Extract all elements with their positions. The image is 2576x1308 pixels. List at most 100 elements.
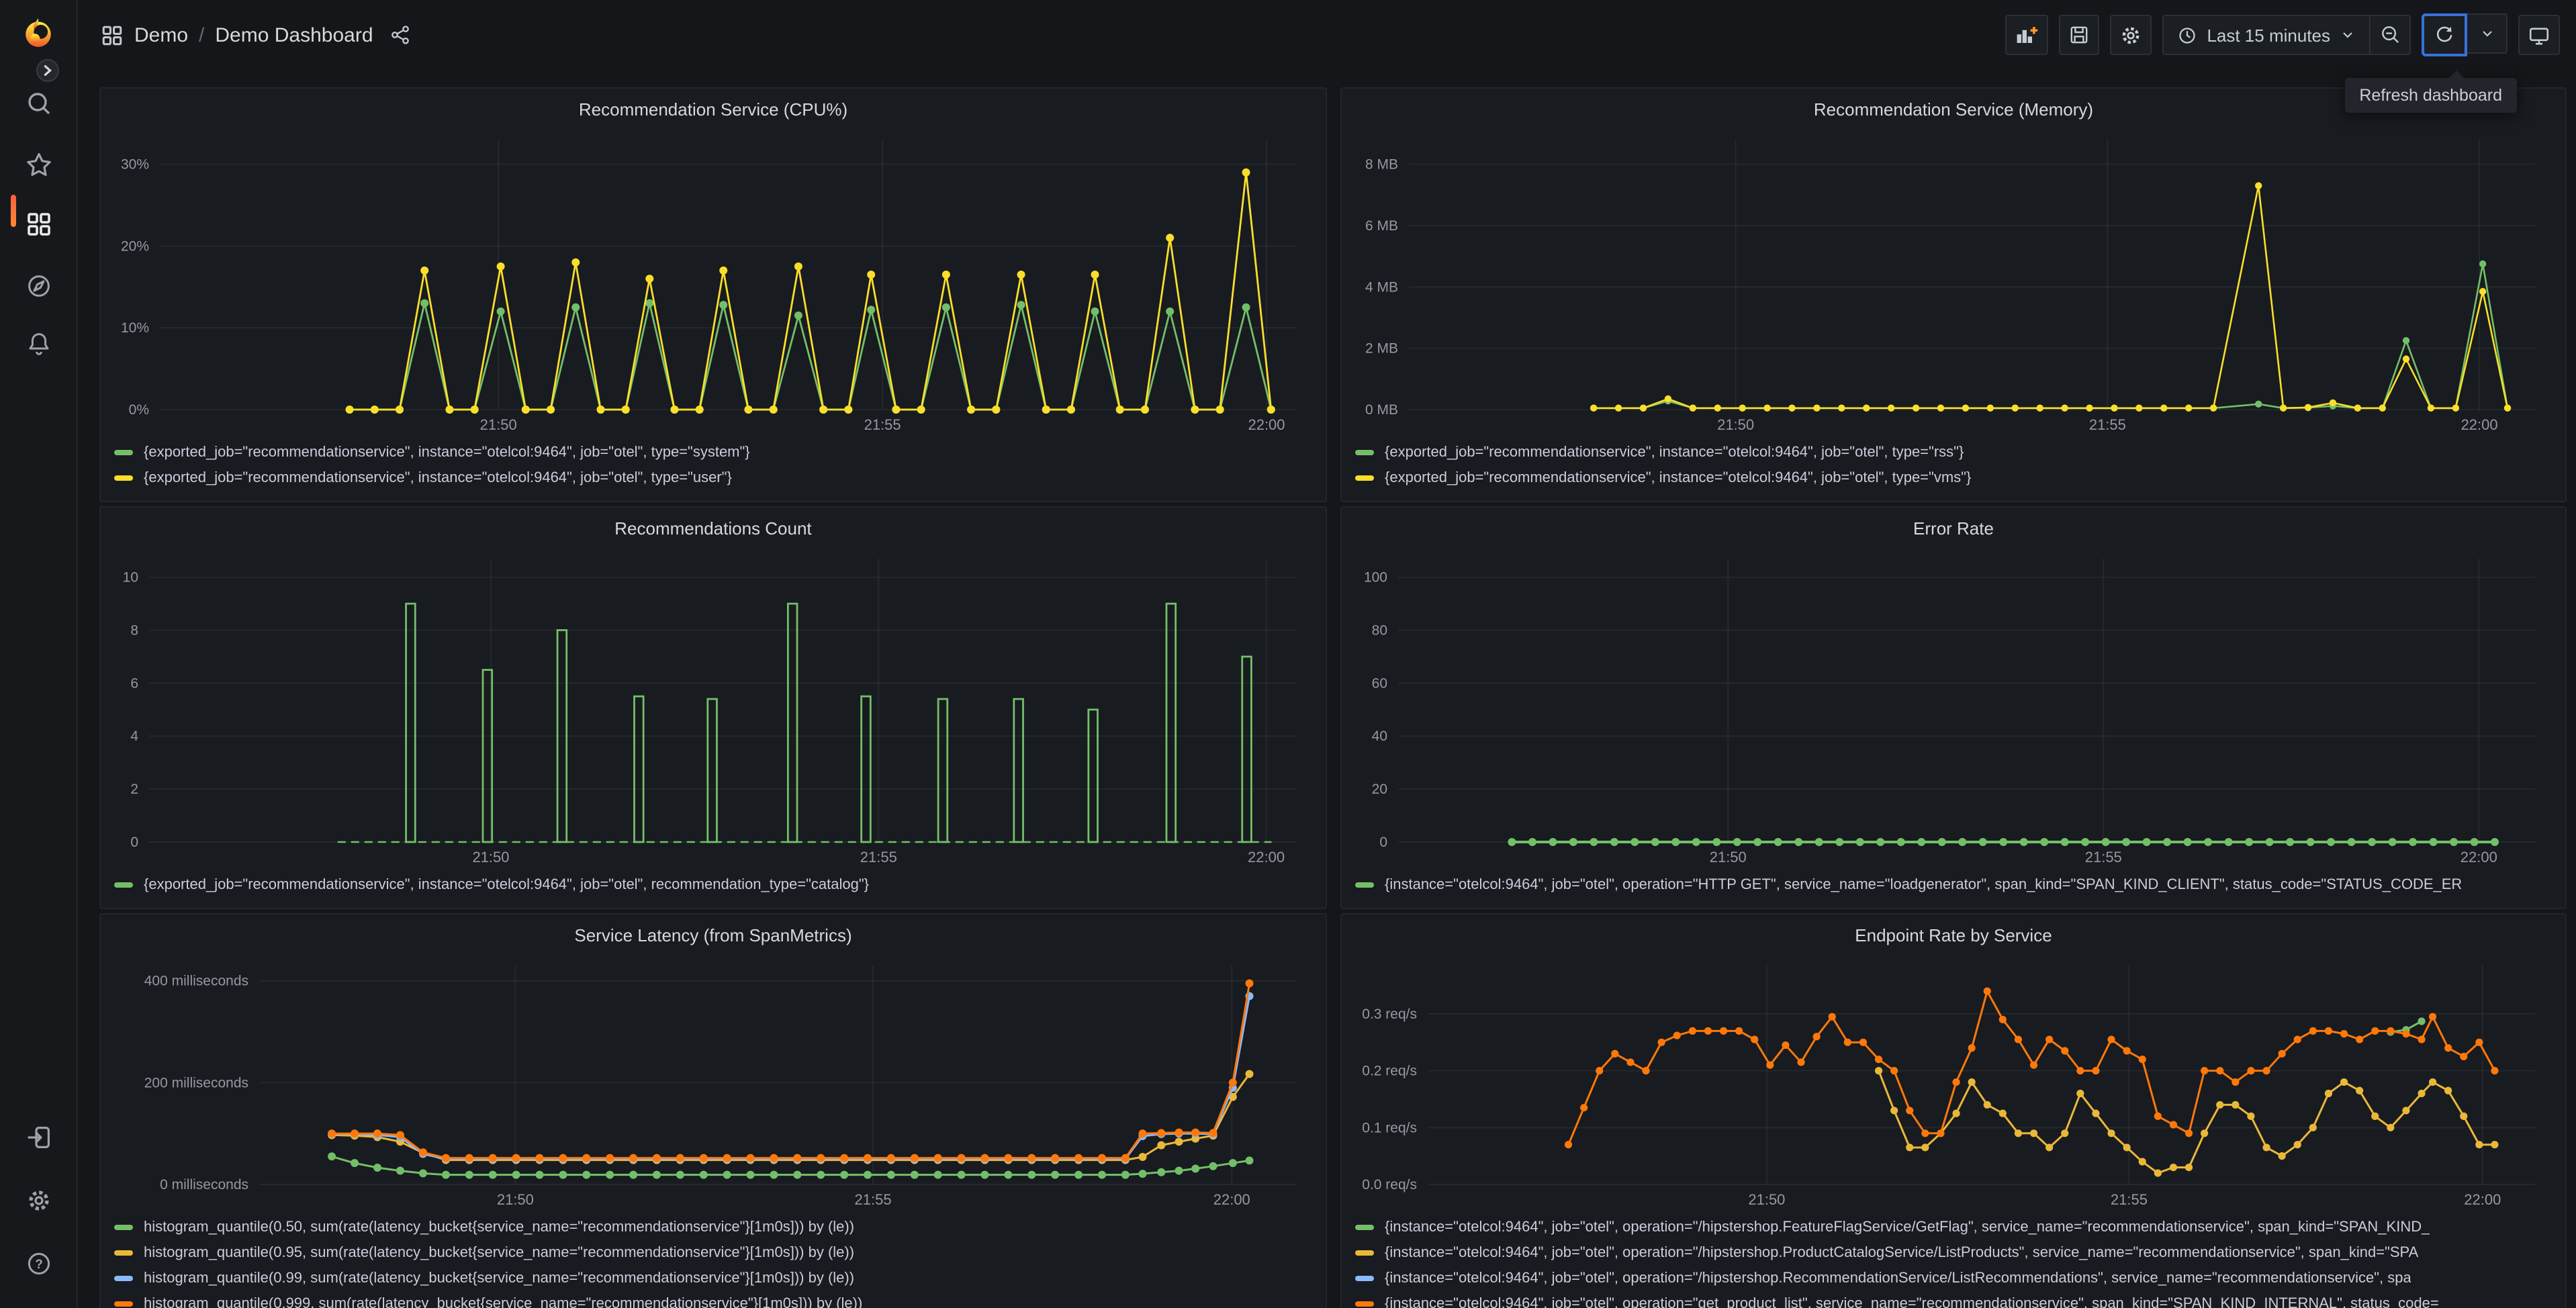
refresh-dashboard-button[interactable] bbox=[2422, 13, 2467, 56]
sidebar-item-sign-in[interactable] bbox=[0, 1113, 77, 1162]
svg-text:21:50: 21:50 bbox=[1717, 416, 1754, 433]
sidebar-item-dashboards[interactable] bbox=[0, 200, 77, 248]
sidebar-item-alerting[interactable] bbox=[0, 320, 77, 368]
legend-item[interactable]: {exported_job="recommendationservice", i… bbox=[114, 465, 1312, 490]
legend-swatch bbox=[114, 882, 133, 887]
panel-chart[interactable]: 21:50 21:55 22:00 0 20 40 60 80 100 bbox=[1355, 545, 2552, 869]
legend-item[interactable]: {instance="otelcol:9464", job="otel", op… bbox=[1355, 1214, 2552, 1240]
add-panel-button[interactable] bbox=[2005, 15, 2049, 55]
compass-icon bbox=[28, 275, 49, 297]
grafana-flame-icon bbox=[25, 17, 50, 46]
panel-chart[interactable]: 21:50 21:55 22:00 0.0 req/s 0.1 req/s 0.2 req… bbox=[1355, 952, 2552, 1211]
svg-text:21:50: 21:50 bbox=[1710, 849, 1747, 866]
dashboard-grid-icon bbox=[102, 25, 122, 45]
legend-item[interactable]: {instance="otelcol:9464", job="otel", op… bbox=[1355, 872, 2552, 897]
svg-text:40: 40 bbox=[1372, 729, 1387, 744]
legend-swatch bbox=[1355, 1275, 1374, 1280]
dashboard-grid: Recommendation Service (CPU%) 21:50 21:55… bbox=[99, 87, 2567, 1308]
legend-item[interactable]: {exported_job="recommendationservice", i… bbox=[1355, 465, 2552, 490]
sign-in-icon bbox=[27, 1126, 49, 1148]
svg-text:22:00: 22:00 bbox=[1213, 1191, 1250, 1208]
legend-label: {exported_job="recommendationservice", i… bbox=[144, 469, 732, 485]
breadcrumb-folder[interactable]: Demo bbox=[134, 24, 188, 46]
svg-text:0 milliseconds: 0 milliseconds bbox=[160, 1177, 248, 1193]
time-range-label: Last 15 minutes bbox=[2207, 25, 2330, 45]
chevron-right-icon bbox=[44, 65, 52, 76]
tv-monitor-icon bbox=[2529, 27, 2549, 44]
legend-swatch bbox=[1355, 449, 1374, 455]
legend-item[interactable]: {instance="otelcol:9464", job="otel", op… bbox=[1355, 1240, 2552, 1265]
legend-swatch bbox=[114, 449, 133, 455]
panel-chart[interactable]: 21:50 21:55 22:00 0% 10% 20% 30% bbox=[114, 126, 1312, 436]
refresh-group bbox=[2422, 13, 2508, 56]
legend-swatch bbox=[114, 475, 133, 480]
panel-chart[interactable]: 21:50 21:55 22:00 0 milliseconds 200 millise… bbox=[114, 952, 1312, 1211]
panel: Recommendation Service (CPU%) 21:50 21:55… bbox=[99, 87, 1327, 502]
refresh-tooltip: Refresh dashboard bbox=[2344, 70, 2517, 113]
time-range-picker[interactable]: Last 15 minutes bbox=[2162, 15, 2371, 55]
svg-text:0 MB: 0 MB bbox=[1365, 402, 1398, 418]
refresh-interval-dropdown[interactable] bbox=[2467, 13, 2508, 54]
tooltip-text: Refresh dashboard bbox=[2359, 86, 2502, 105]
panel-title[interactable]: Service Latency (from SpanMetrics) bbox=[114, 923, 1312, 949]
panel: Recommendations Count 21:50 21:55 22:00 0 2 4… bbox=[99, 506, 1327, 909]
breadcrumb-dashboard-title[interactable]: Demo Dashboard bbox=[215, 24, 373, 46]
dashboard-settings-button[interactable] bbox=[2110, 15, 2152, 55]
time-picker-group: Last 15 minutes bbox=[2162, 15, 2411, 55]
panel-title[interactable]: Error Rate bbox=[1355, 516, 2552, 543]
sidebar-item-search[interactable] bbox=[0, 79, 77, 128]
svg-text:10: 10 bbox=[123, 570, 138, 586]
sidebar-item-help[interactable]: ? bbox=[0, 1240, 77, 1288]
share-dashboard-icon[interactable] bbox=[389, 24, 411, 46]
svg-text:22:00: 22:00 bbox=[2460, 849, 2497, 866]
legend-item[interactable]: {exported_job="recommendationservice", i… bbox=[114, 872, 1312, 897]
cycle-view-mode-button[interactable] bbox=[2518, 15, 2560, 55]
legend-label: {exported_job="recommendationservice", i… bbox=[1385, 469, 1972, 485]
legend-label: {exported_job="recommendationservice", i… bbox=[144, 876, 870, 892]
save-dashboard-button[interactable] bbox=[2059, 15, 2100, 55]
legend-item[interactable]: histogram_quantile(0.999, sum(rate(laten… bbox=[114, 1291, 1312, 1308]
panel-chart[interactable]: 21:50 21:55 22:00 0 2 4 6 8 10 bbox=[114, 545, 1312, 869]
svg-text:80: 80 bbox=[1372, 622, 1387, 638]
legend-swatch bbox=[114, 1301, 133, 1306]
bell-icon bbox=[28, 333, 48, 355]
legend-item[interactable]: {instance="otelcol:9464", job="otel", op… bbox=[1355, 1291, 2552, 1308]
legend-swatch bbox=[1355, 882, 1374, 887]
help-circle-icon: ? bbox=[27, 1252, 50, 1275]
panel-chart[interactable]: 21:50 21:55 22:00 0 MB 2 MB 4 MB 6 MB 8 MB bbox=[1355, 126, 2552, 436]
breadcrumb: Demo / Demo Dashboard bbox=[101, 24, 411, 46]
panel-title[interactable]: Recommendations Count bbox=[114, 516, 1312, 543]
sidebar-item-explore[interactable] bbox=[0, 262, 77, 310]
legend-label: {instance="otelcol:9464", job="otel", op… bbox=[1385, 1270, 2411, 1286]
legend-item[interactable]: histogram_quantile(0.99, sum(rate(latenc… bbox=[114, 1265, 1312, 1291]
legend-label: histogram_quantile(0.99, sum(rate(latenc… bbox=[144, 1270, 855, 1286]
svg-text:22:00: 22:00 bbox=[2464, 1191, 2501, 1208]
svg-text:21:50: 21:50 bbox=[1748, 1191, 1785, 1208]
sidebar-item-configuration[interactable] bbox=[0, 1176, 77, 1225]
grafana-logo-icon[interactable] bbox=[20, 15, 55, 50]
sidebar-item-starred[interactable] bbox=[0, 141, 77, 189]
legend-item[interactable]: histogram_quantile(0.95, sum(rate(latenc… bbox=[114, 1240, 1312, 1265]
panel-title[interactable]: Recommendation Service (CPU%) bbox=[114, 97, 1312, 124]
gear-icon bbox=[2123, 26, 2140, 44]
sidebar-expand-button[interactable] bbox=[36, 59, 59, 82]
legend-label: {exported_job="recommendationservice", i… bbox=[144, 444, 750, 460]
svg-text:21:55: 21:55 bbox=[2089, 416, 2126, 433]
panel: Endpoint Rate by Service 21:50 21:55 22:00… bbox=[1340, 913, 2567, 1308]
legend-item[interactable]: {exported_job="recommendationservice", i… bbox=[114, 439, 1312, 465]
grafana-app: ? Demo / Demo Dashboard Last 15 minutes … bbox=[0, 0, 2576, 1308]
legend-item[interactable]: {exported_job="recommendationservice", i… bbox=[1355, 439, 2552, 465]
legend-item[interactable]: histogram_quantile(0.50, sum(rate(latenc… bbox=[114, 1214, 1312, 1240]
panel-legend: {exported_job="recommendationservice", i… bbox=[114, 439, 1312, 490]
clock-icon bbox=[2179, 27, 2196, 43]
gear-icon bbox=[28, 1190, 48, 1211]
svg-text:0%: 0% bbox=[129, 402, 149, 418]
zoom-out-time-button[interactable] bbox=[2371, 15, 2411, 55]
svg-text:0.3 req/s: 0.3 req/s bbox=[1362, 1007, 1417, 1022]
svg-text:20%: 20% bbox=[121, 238, 149, 254]
legend-label: {instance="otelcol:9464", job="otel", op… bbox=[1385, 876, 2463, 892]
svg-text:2: 2 bbox=[130, 782, 138, 797]
svg-text:0: 0 bbox=[130, 835, 138, 850]
panel-title[interactable]: Endpoint Rate by Service bbox=[1355, 923, 2552, 949]
legend-item[interactable]: {instance="otelcol:9464", job="otel", op… bbox=[1355, 1265, 2552, 1291]
